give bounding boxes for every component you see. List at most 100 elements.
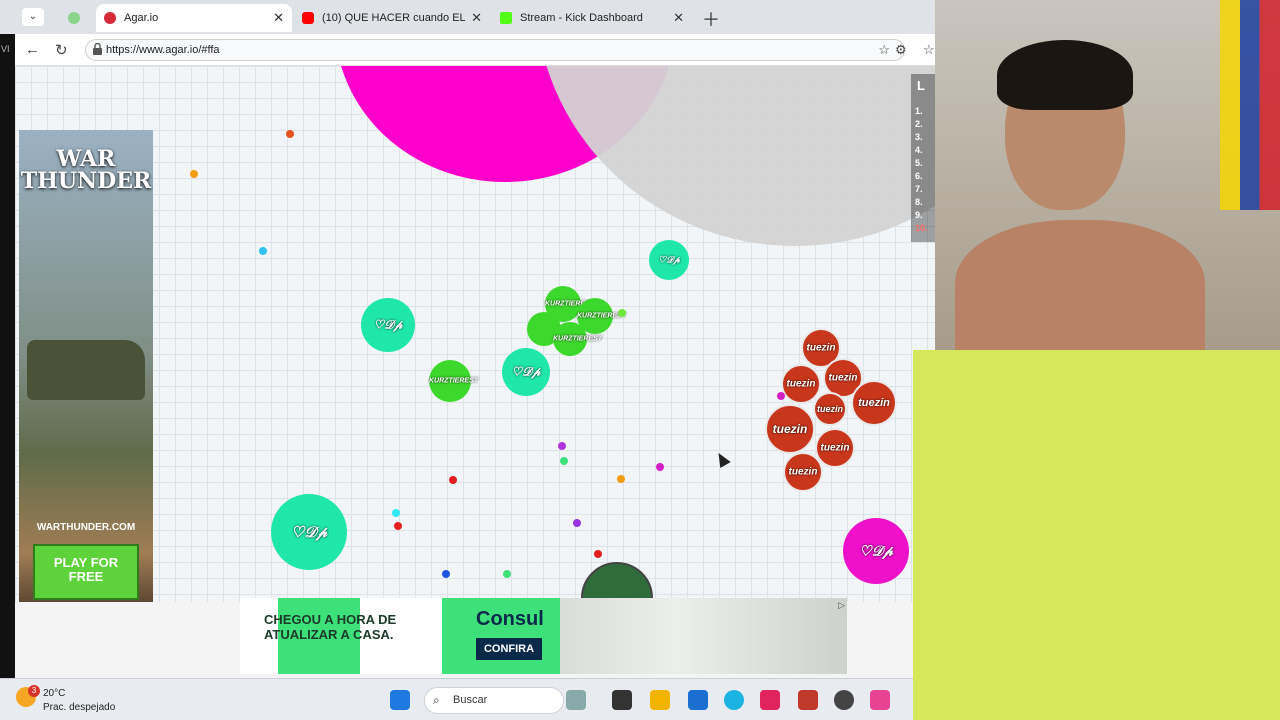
widgets-icon[interactable] xyxy=(566,690,586,710)
food-pellet xyxy=(560,457,568,465)
cell-name: tuezin xyxy=(772,422,808,436)
tab-agario[interactable]: Agar.io ✕ xyxy=(96,4,292,32)
war-thunder-ad[interactable]: WAR THUNDER WARTHUNDER.COM PLAY FOR FREE xyxy=(19,130,153,628)
leaderboard-row: 10. xyxy=(915,223,928,233)
leaderboard-row: 4. xyxy=(915,145,923,155)
tab-youtube[interactable]: (10) QUE HACER cuando ELLA reti ✕ xyxy=(294,4,490,32)
close-icon[interactable]: ✕ xyxy=(673,10,684,26)
ad-site-text: WARTHUNDER.COM xyxy=(36,522,136,533)
start-windows-icon[interactable] xyxy=(390,690,410,710)
cell-name: tuezin xyxy=(828,372,858,384)
cell-name: ♡𝒟𝓅 xyxy=(511,364,541,379)
player-cell: ♡𝒟𝓅 xyxy=(843,518,909,584)
streamer-hair xyxy=(997,40,1133,110)
lock-icon xyxy=(93,43,102,55)
tiktok-icon[interactable] xyxy=(760,690,780,710)
leaderboard-row: 2. xyxy=(915,119,923,129)
play-for-free-button[interactable]: PLAY FOR FREE xyxy=(33,544,139,600)
search-icon: ⌕ xyxy=(433,693,440,707)
food-pellet xyxy=(618,309,626,317)
favorite-star-icon[interactable]: ☆ xyxy=(878,42,890,58)
adchoices-icon[interactable]: ▷ xyxy=(838,600,845,611)
leaderboard-row: 5. xyxy=(915,158,923,168)
pinned-tab[interactable] xyxy=(60,4,86,32)
file-explorer-icon[interactable] xyxy=(650,690,670,710)
enemy-cell: KURZTIEREST xyxy=(553,322,602,356)
back-arrow-icon[interactable]: ← xyxy=(25,41,40,58)
extension-icon[interactable]: ⚙ xyxy=(895,42,907,58)
food-pellet xyxy=(617,475,625,483)
edge-browser-icon[interactable] xyxy=(724,690,744,710)
cell-name: KURZTIEREST xyxy=(553,335,602,343)
cell-name: KURZTIEREST xyxy=(545,300,594,308)
browser-tab-bar: ⌄ Agar.io ✕ (10) QUE HACER cuando ELLA r… xyxy=(0,0,935,34)
obs-icon[interactable] xyxy=(834,690,854,710)
food-pellet xyxy=(392,509,400,517)
food-pellet xyxy=(286,130,294,138)
agario-favicon xyxy=(104,12,116,24)
food-pellet xyxy=(777,392,785,400)
leaderboard: L 1. 2. 3. 4. 5. 6. 7. 8. 9. 10. xyxy=(911,74,935,242)
cell-name: tuezin xyxy=(817,404,843,414)
leaderboard-row: 7. xyxy=(915,184,923,194)
cell-name: tuezin xyxy=(858,397,890,409)
enemy-skin-cell: tuezin xyxy=(851,380,897,426)
confira-button[interactable]: CONFIRA xyxy=(476,638,542,660)
weather-desc: Prac. despejado xyxy=(43,702,116,713)
favorites-icon[interactable]: ☆ xyxy=(923,42,935,58)
reload-icon[interactable]: ↻ xyxy=(55,41,68,59)
tank-image xyxy=(27,340,145,400)
tab-actions-menu[interactable]: ⌄ xyxy=(22,8,44,26)
leaderboard-title: L xyxy=(917,78,925,93)
laundry-photo xyxy=(560,598,847,674)
close-icon[interactable]: ✕ xyxy=(471,10,482,26)
cell-name: ♡𝒟𝓅 xyxy=(290,524,328,541)
cell-name: tuezin xyxy=(786,378,816,390)
food-pellet xyxy=(503,570,511,578)
app-icon[interactable] xyxy=(870,690,890,710)
close-icon[interactable]: ✕ xyxy=(273,10,284,26)
tab-label: Stream - Kick Dashboard xyxy=(520,12,643,24)
food-pellet xyxy=(442,570,450,578)
agario-canvas[interactable]: L 1. 2. 3. 4. 5. 6. 7. 8. 9. 10. ♡𝒟𝓅 ♡𝒟𝓅… xyxy=(15,66,935,602)
consul-ad[interactable]: CHEGOU A HORA DE ATUALIZAR A CASA. Consu… xyxy=(240,598,847,674)
cell-name: tuezin xyxy=(788,466,818,478)
tab-kick[interactable]: Stream - Kick Dashboard ✕ xyxy=(492,4,692,32)
food-pellet xyxy=(656,463,664,471)
app-icon[interactable] xyxy=(798,690,818,710)
streamer-body xyxy=(955,220,1205,350)
cell-name: ♡𝒟𝓅 xyxy=(658,254,680,265)
webcam-overlay xyxy=(935,0,1280,350)
address-bar-row: ← ↻ https://www.agar.io/#ffa ☆ ⚙ ☆ xyxy=(15,34,935,66)
cell-name: tuezin xyxy=(820,442,850,454)
player-cell: ♡𝒟𝓅 xyxy=(271,494,347,570)
leaderboard-row: 1. xyxy=(915,106,923,116)
leaderboard-row: 8. xyxy=(915,197,923,207)
new-tab-plus-icon[interactable]: ＋ xyxy=(702,6,720,32)
cell-name: tuezin xyxy=(806,342,836,354)
food-pellet xyxy=(449,476,457,484)
ad-logo: WAR THUNDER xyxy=(20,146,152,194)
enemy-skin-cell: tuezin xyxy=(781,364,821,404)
player-cell: ♡𝒟𝓅 xyxy=(502,348,550,396)
food-pellet xyxy=(394,522,402,530)
food-pellet xyxy=(573,519,581,527)
url-field[interactable]: https://www.agar.io/#ffa ☆ xyxy=(85,39,905,61)
mouse-cursor-icon xyxy=(713,449,731,469)
leaderboard-row: 6. xyxy=(915,171,923,181)
store-icon[interactable] xyxy=(688,690,708,710)
cell-name: ♡𝒟𝓅 xyxy=(859,542,893,559)
ad-brand: Consul xyxy=(476,608,544,630)
enemy-skin-cell: tuezin xyxy=(783,452,823,492)
ad-headline: CHEGOU A HORA DE ATUALIZAR A CASA. xyxy=(264,612,397,642)
url-text: https://www.agar.io/#ffa xyxy=(106,44,220,56)
taskbar-search[interactable]: ⌕ Buscar xyxy=(424,687,564,714)
player-cell: ♡𝒟𝓅 xyxy=(361,298,415,352)
app-icon[interactable] xyxy=(612,690,632,710)
player-skin-cell xyxy=(581,562,653,602)
tab-label: (10) QUE HACER cuando ELLA reti xyxy=(322,12,466,24)
leaderboard-row: 9. xyxy=(915,210,923,220)
left-window-strip: Ar VI xyxy=(0,0,15,720)
weather-temp: 20°C xyxy=(43,688,66,699)
cell-name: KURZTIEREST xyxy=(577,312,626,320)
